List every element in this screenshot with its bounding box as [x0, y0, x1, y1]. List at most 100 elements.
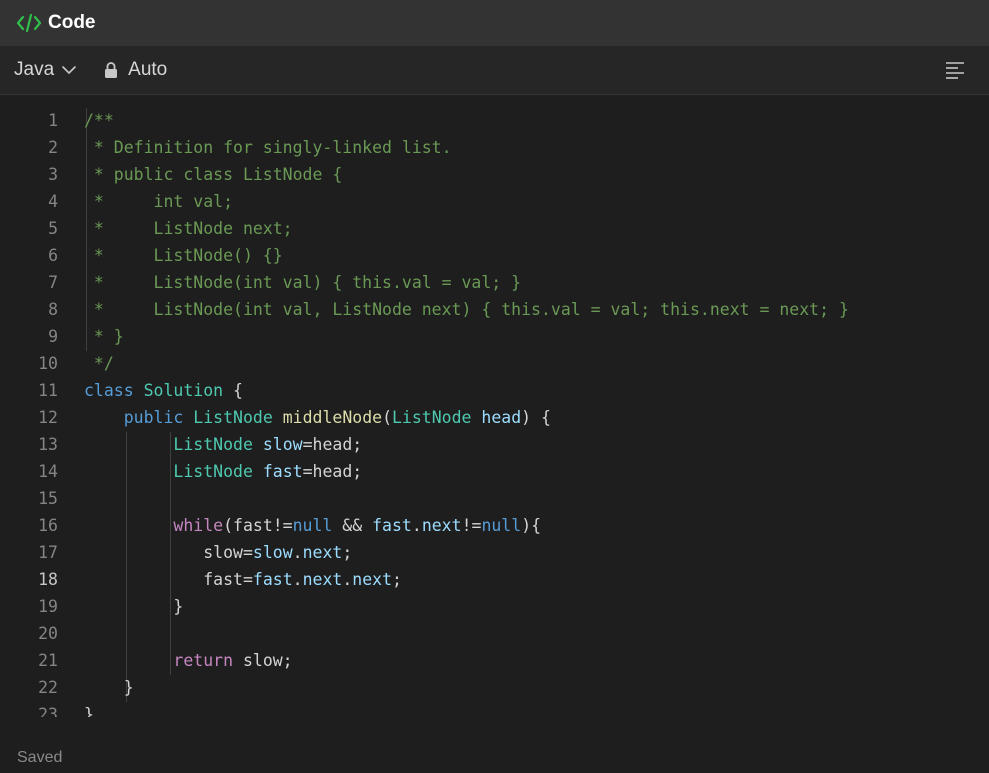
code-text: * ListNode(int val, ListNode next) { thi…	[84, 296, 849, 323]
code-line[interactable]: 8 * ListNode(int val, ListNode next) { t…	[0, 296, 989, 323]
line-number: 13	[38, 435, 58, 454]
code-text: * ListNode next;	[84, 215, 293, 242]
code-text: while(fast!=null && fast.next!=null){	[84, 512, 541, 539]
code-line[interactable]: 21 return slow;	[0, 647, 989, 674]
language-select[interactable]: Java	[14, 59, 76, 81]
code-text: * ListNode(int val) { this.val = val; }	[84, 269, 521, 296]
code-token: ;	[342, 543, 353, 562]
code-text: * ListNode() {}	[84, 242, 283, 269]
line-number: 4	[48, 192, 58, 211]
code-token: next	[302, 570, 343, 589]
code-text: ListNode fast=head;	[84, 458, 362, 485]
code-text: * Definition for singly-linked list.	[84, 134, 452, 161]
code-token: * public class ListNode {	[84, 165, 343, 184]
code-line[interactable]: 20	[0, 620, 989, 647]
line-number: 6	[48, 246, 58, 265]
line-number: 21	[38, 651, 58, 670]
code-line[interactable]: 15	[0, 485, 989, 512]
code-token: * int val;	[84, 192, 234, 211]
code-token: slow	[262, 435, 303, 454]
code-text: public ListNode middleNode(ListNode head…	[84, 404, 551, 431]
line-number: 1	[48, 111, 58, 130]
code-token: slow	[252, 543, 293, 562]
line-number: 8	[48, 300, 58, 319]
line-number: 18	[38, 570, 58, 589]
code-text: * int val;	[84, 188, 233, 215]
code-token: ) {	[521, 408, 551, 427]
code-token: }	[84, 678, 134, 697]
line-number: 5	[48, 219, 58, 238]
code-line[interactable]: 23}	[0, 701, 989, 717]
code-line[interactable]: 12 public ListNode middleNode(ListNode h…	[0, 404, 989, 431]
code-token: fast=	[84, 570, 253, 589]
auto-mode-toggle[interactable]: Auto	[104, 59, 167, 81]
code-token: ListNode	[193, 408, 273, 427]
save-status: Saved	[17, 749, 63, 766]
code-line[interactable]: 13 ListNode slow=head;	[0, 431, 989, 458]
code-text: }	[84, 701, 94, 717]
code-token: Solution	[143, 381, 224, 400]
code-token: */	[84, 354, 114, 373]
code-token: null	[292, 516, 333, 535]
code-line[interactable]: 17 slow=slow.next;	[0, 539, 989, 566]
code-line[interactable]: 7 * ListNode(int val) { this.val = val; …	[0, 269, 989, 296]
code-line[interactable]: 6 * ListNode() {}	[0, 242, 989, 269]
code-token: fast	[262, 462, 303, 481]
line-number: 10	[38, 354, 58, 373]
code-line[interactable]: 18 fast=fast.next.next;	[0, 566, 989, 593]
code-token: next	[421, 516, 462, 535]
code-icon	[16, 13, 42, 33]
code-line[interactable]: 4 * int val;	[0, 188, 989, 215]
code-token: * ListNode(int val, ListNode next) { thi…	[84, 300, 849, 319]
code-line[interactable]: 22 }	[0, 674, 989, 701]
code-text: }	[84, 593, 183, 620]
code-text: slow=slow.next;	[84, 539, 352, 566]
code-line[interactable]: 1 /**	[0, 107, 989, 134]
code-token: fast	[252, 570, 293, 589]
code-line[interactable]: 14 ListNode fast=head;	[0, 458, 989, 485]
code-line[interactable]: 2 * Definition for singly-linked list.	[0, 134, 989, 161]
line-number: 20	[38, 624, 58, 643]
line-number: 14	[38, 462, 58, 481]
code-token: =head;	[302, 435, 363, 454]
code-token: }	[84, 597, 184, 616]
line-number: 11	[38, 381, 58, 400]
code-token: }	[84, 705, 94, 717]
code-token: ListNode	[173, 462, 253, 481]
line-number: 16	[38, 516, 58, 535]
code-token: public	[123, 408, 184, 427]
code-token: ;	[392, 570, 402, 589]
code-text: fast=fast.next.next;	[84, 566, 402, 593]
code-line[interactable]: 16 while(fast!=null && fast.next!=null){	[0, 512, 989, 539]
line-number: 7	[48, 273, 58, 292]
editor-toolbar: Java Auto	[0, 46, 989, 95]
menu-button[interactable]	[945, 60, 965, 84]
code-line[interactable]: 5 * ListNode next;	[0, 215, 989, 242]
code-token: ListNode	[392, 408, 472, 427]
line-number: 17	[38, 543, 58, 562]
line-number: 3	[48, 165, 58, 184]
code-token: =head;	[302, 462, 363, 481]
language-label: Java	[14, 59, 55, 80]
status-bar: Saved	[0, 717, 989, 773]
code-token: .	[411, 516, 422, 535]
line-number: 23	[38, 705, 58, 717]
code-line[interactable]: 11 class Solution {	[0, 377, 989, 404]
code-line[interactable]: 10 */	[0, 350, 989, 377]
code-token: slow=	[84, 543, 253, 562]
code-token: ListNode	[173, 435, 253, 454]
code-editor[interactable]: 1 /** 2 * Definition for singly-linked lis…	[0, 95, 989, 717]
code-line[interactable]: 19 }	[0, 593, 989, 620]
code-token: * Definition for singly-linked list.	[84, 138, 452, 157]
code-token: !=	[461, 516, 482, 535]
code-token: class	[84, 381, 134, 400]
code-line[interactable]: 3 * public class ListNode {	[0, 161, 989, 188]
code-line[interactable]: 9 * }	[0, 323, 989, 350]
